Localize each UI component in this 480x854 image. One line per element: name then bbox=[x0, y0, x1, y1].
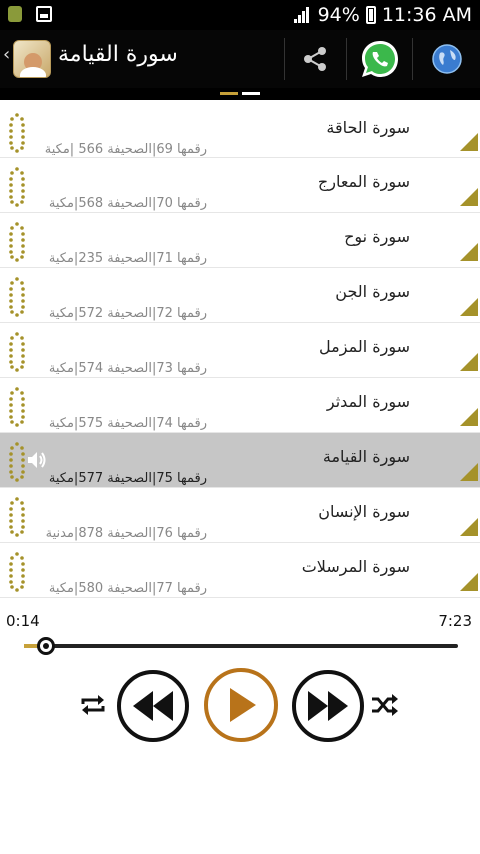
battery-percent: 94% bbox=[317, 4, 360, 26]
bead-bracket-icon bbox=[9, 552, 25, 592]
notification-image-icon bbox=[36, 6, 52, 22]
surah-title: سورة المعارج bbox=[317, 172, 410, 191]
corner-triangle-icon bbox=[460, 463, 478, 481]
bead-bracket-icon bbox=[9, 332, 25, 372]
list-item[interactable]: سورة المرسلات رقمها 77|الصحيفة 580|مكية bbox=[0, 543, 480, 598]
list-item[interactable]: سورة الحاقة رقمها 69|الصحيفة 566 |مكية bbox=[0, 100, 480, 158]
corner-triangle-icon bbox=[460, 298, 478, 316]
action-divider bbox=[412, 38, 413, 80]
surah-title: سورة الإنسان bbox=[318, 502, 410, 521]
whatsapp-button[interactable] bbox=[357, 38, 403, 80]
fast-forward-button[interactable] bbox=[292, 670, 364, 742]
page-indicator-active bbox=[220, 92, 238, 95]
surah-meta: رقمها 75|الصحيفة 577|مكية bbox=[48, 471, 207, 486]
corner-triangle-icon bbox=[460, 573, 478, 591]
rewind-icon bbox=[133, 691, 173, 721]
bead-bracket-icon bbox=[9, 277, 25, 317]
page-indicator bbox=[0, 88, 480, 100]
notification-app-icon bbox=[8, 6, 22, 22]
list-item[interactable]: سورة المزمل رقمها 73|الصحيفة 574|مكية bbox=[0, 323, 480, 378]
app-logo[interactable] bbox=[13, 40, 51, 78]
surah-title: سورة القيامة bbox=[322, 447, 410, 466]
surah-meta: رقمها 72|الصحيفة 572|مكية bbox=[48, 306, 207, 321]
total-duration: 7:23 bbox=[438, 612, 472, 630]
bead-bracket-icon bbox=[9, 442, 25, 482]
rewind-button[interactable] bbox=[117, 670, 189, 742]
corner-triangle-icon bbox=[460, 188, 478, 206]
surah-title: سورة نوح bbox=[344, 227, 410, 246]
repeat-icon[interactable] bbox=[80, 694, 106, 716]
surah-meta: رقمها 73|الصحيفة 574|مكية bbox=[48, 361, 207, 376]
status-bar: 94% 11:36 AM bbox=[0, 0, 480, 30]
surah-meta: رقمها 74|الصحيفة 575|مكية bbox=[48, 416, 207, 431]
list-item[interactable]: سورة المعارج رقمها 70|الصحيفة 568|مكية bbox=[0, 158, 480, 213]
signal-icon bbox=[293, 7, 312, 23]
list-item[interactable]: سورة المدثر رقمها 74|الصحيفة 575|مكية bbox=[0, 378, 480, 433]
battery-icon bbox=[365, 6, 376, 24]
bead-bracket-icon bbox=[9, 222, 25, 262]
bead-bracket-icon bbox=[9, 387, 25, 427]
list-item[interactable]: سورة الجن رقمها 72|الصحيفة 572|مكية bbox=[0, 268, 480, 323]
list-item-playing[interactable]: سورة القيامة رقمها 75|الصحيفة 577|مكية bbox=[0, 433, 480, 488]
globe-button[interactable] bbox=[430, 42, 464, 76]
corner-triangle-icon bbox=[460, 133, 478, 151]
action-divider bbox=[284, 38, 285, 80]
seek-thumb[interactable] bbox=[36, 637, 55, 655]
share-button[interactable] bbox=[290, 40, 340, 78]
surah-title: سورة المزمل bbox=[319, 337, 410, 356]
page-title: سورة القيامة bbox=[58, 42, 178, 67]
surah-meta: رقمها 69|الصحيفة 566 |مكية bbox=[44, 142, 207, 157]
surah-list: سورة الحاقة رقمها 69|الصحيفة 566 |مكية س… bbox=[0, 100, 480, 598]
corner-triangle-icon bbox=[460, 243, 478, 261]
surah-meta: رقمها 70|الصحيفة 568|مكية bbox=[48, 196, 207, 211]
list-item[interactable]: سورة الإنسان رقمها 76|الصحيفة 878|مدنية bbox=[0, 488, 480, 543]
clock: 11:36 AM bbox=[381, 4, 472, 26]
surah-meta: رقمها 77|الصحيفة 580|مكية bbox=[48, 581, 207, 596]
surah-title: سورة الحاقة bbox=[326, 118, 410, 137]
surah-meta: رقمها 71|الصحيفة 235|مكية bbox=[48, 251, 207, 266]
page-indicator-inactive bbox=[242, 92, 260, 95]
surah-title: سورة المدثر bbox=[326, 392, 410, 411]
globe-icon bbox=[432, 44, 462, 74]
back-chevron-icon[interactable]: ‹ bbox=[3, 44, 10, 65]
action-divider bbox=[346, 38, 347, 80]
corner-triangle-icon bbox=[460, 518, 478, 536]
corner-triangle-icon bbox=[460, 408, 478, 426]
surah-title: سورة الجن bbox=[335, 282, 410, 301]
play-icon bbox=[230, 688, 256, 722]
bead-bracket-icon bbox=[9, 113, 25, 153]
whatsapp-icon bbox=[362, 41, 398, 77]
action-bar: ‹ سورة القيامة bbox=[0, 30, 480, 88]
speaker-icon bbox=[28, 452, 46, 468]
play-button[interactable] bbox=[204, 668, 278, 742]
fast-forward-icon bbox=[308, 691, 348, 721]
elapsed-time: 0:14 bbox=[6, 612, 40, 630]
surah-meta: رقمها 76|الصحيفة 878|مدنية bbox=[45, 526, 207, 541]
bead-bracket-icon bbox=[9, 167, 25, 207]
seek-bar[interactable] bbox=[24, 644, 458, 648]
share-icon bbox=[304, 47, 326, 71]
surah-title: سورة المرسلات bbox=[301, 557, 410, 576]
list-item[interactable]: سورة نوح رقمها 71|الصحيفة 235|مكية bbox=[0, 213, 480, 268]
shuffle-icon[interactable] bbox=[371, 694, 399, 716]
bead-bracket-icon bbox=[9, 497, 25, 537]
corner-triangle-icon bbox=[460, 353, 478, 371]
